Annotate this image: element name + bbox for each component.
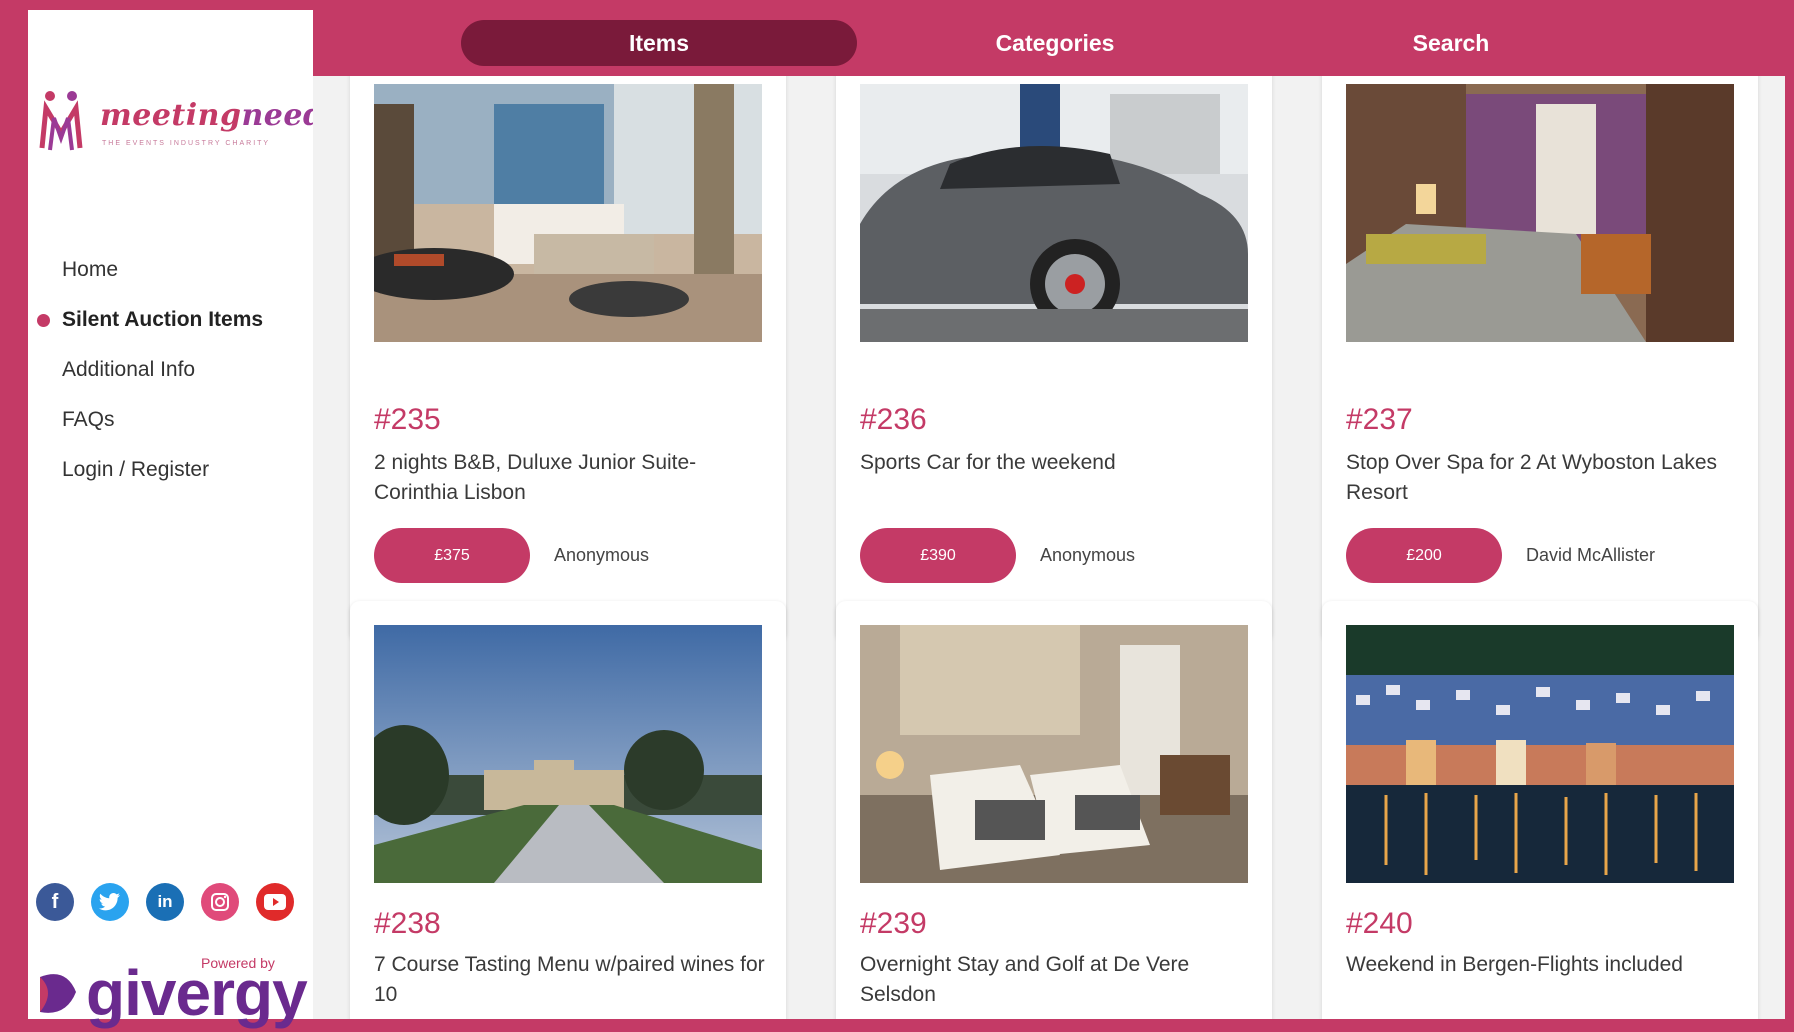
highest-bidder: Anonymous <box>1040 545 1136 565</box>
top-tab-bar: Items Categories Search <box>313 0 1785 76</box>
logo-wordmark: meetingneeds <box>100 98 342 133</box>
item-title[interactable]: Overnight Stay and Golf at De Vere Selsd… <box>860 950 1255 1010</box>
lot-number: #236 <box>860 403 927 436</box>
tab-search[interactable]: Search <box>1253 20 1649 66</box>
nav-item-login-register[interactable]: Login / Register <box>28 450 313 500</box>
givergy-mark-icon <box>40 974 76 1013</box>
lot-number: #239 <box>860 907 927 940</box>
lot-number: #235 <box>374 403 441 436</box>
mn-logo-mark-icon <box>39 91 83 151</box>
tab-categories[interactable]: Categories <box>857 20 1253 66</box>
bergen-harbour-image[interactable] <box>1346 625 1734 883</box>
lot-number: #238 <box>374 907 441 940</box>
auction-item-card[interactable]: #236 Sports Car for the weekend £390 Ano… <box>836 76 1272 642</box>
nav-label: Login / Register <box>62 458 210 481</box>
nav-item-home[interactable]: Home <box>28 250 313 300</box>
auction-item-card[interactable]: #235 2 nights B&B, Duluxe Junior Suite-C… <box>350 76 786 642</box>
item-title[interactable]: 7 Course Tasting Menu w/paired wines for… <box>374 950 769 1010</box>
tab-items[interactable]: Items <box>461 20 857 66</box>
lot-number: #240 <box>1346 907 1413 940</box>
auction-item-card[interactable]: #238 7 Course Tasting Menu w/paired wine… <box>350 601 786 1019</box>
twitter-icon[interactable] <box>91 883 129 921</box>
nav-item-additional-info[interactable]: Additional Info <box>28 350 313 400</box>
hotel-suite-image[interactable] <box>374 84 762 342</box>
linkedin-icon[interactable]: in <box>146 883 184 921</box>
youtube-icon[interactable] <box>256 883 294 921</box>
active-indicator-dot <box>37 314 50 327</box>
item-title[interactable]: Sports Car for the weekend <box>860 448 1255 478</box>
twin-room-image[interactable] <box>860 625 1248 883</box>
country-house-image[interactable] <box>374 625 762 883</box>
item-title[interactable]: Weekend in Bergen-Flights included <box>1346 950 1741 980</box>
instagram-icon[interactable] <box>201 883 239 921</box>
nav-item-silent-auction-items[interactable]: Silent Auction Items <box>28 300 313 350</box>
current-bid-button[interactable]: £375 <box>374 528 530 583</box>
item-title[interactable]: 2 nights B&B, Duluxe Junior Suite-Corint… <box>374 448 769 508</box>
social-links: f in <box>36 883 294 921</box>
highest-bidder: David McAllister <box>1526 545 1656 565</box>
item-title[interactable]: Stop Over Spa for 2 At Wyboston Lakes Re… <box>1346 448 1741 508</box>
nav-label: Additional Info <box>62 358 196 381</box>
auction-item-card[interactable]: #239 Overnight Stay and Golf at De Vere … <box>836 601 1272 1019</box>
meetingneeds-logo[interactable]: meetingneeds THE EVENTS INDUSTRY CHARITY <box>36 88 341 170</box>
nav-item-faqs[interactable]: FAQs <box>28 400 313 450</box>
lot-number: #237 <box>1346 403 1413 436</box>
auction-item-card[interactable]: #240 Weekend in Bergen-Flights included <box>1322 601 1758 1019</box>
current-bid-button[interactable]: £390 <box>860 528 1016 583</box>
givergy-logo[interactable]: givergy <box>36 957 316 1032</box>
sidebar-nav: Home Silent Auction Items Additional Inf… <box>28 250 313 500</box>
sidebar: meetingneeds THE EVENTS INDUSTRY CHARITY… <box>28 10 341 1029</box>
nav-label: FAQs <box>62 408 115 431</box>
highest-bidder: Anonymous <box>554 545 650 565</box>
facebook-icon[interactable]: f <box>36 883 74 921</box>
auction-item-card[interactable]: #237 Stop Over Spa for 2 At Wyboston Lak… <box>1322 76 1758 642</box>
nav-label: Silent Auction Items <box>62 308 264 331</box>
sports-car-image[interactable] <box>860 84 1248 342</box>
nav-label: Home <box>62 258 119 281</box>
current-bid-button[interactable]: £200 <box>1346 528 1502 583</box>
logo-tagline: THE EVENTS INDUSTRY CHARITY <box>102 140 271 147</box>
items-grid: #235 2 nights B&B, Duluxe Junior Suite-C… <box>313 76 1785 1019</box>
hotel-room-image[interactable] <box>1346 84 1734 342</box>
